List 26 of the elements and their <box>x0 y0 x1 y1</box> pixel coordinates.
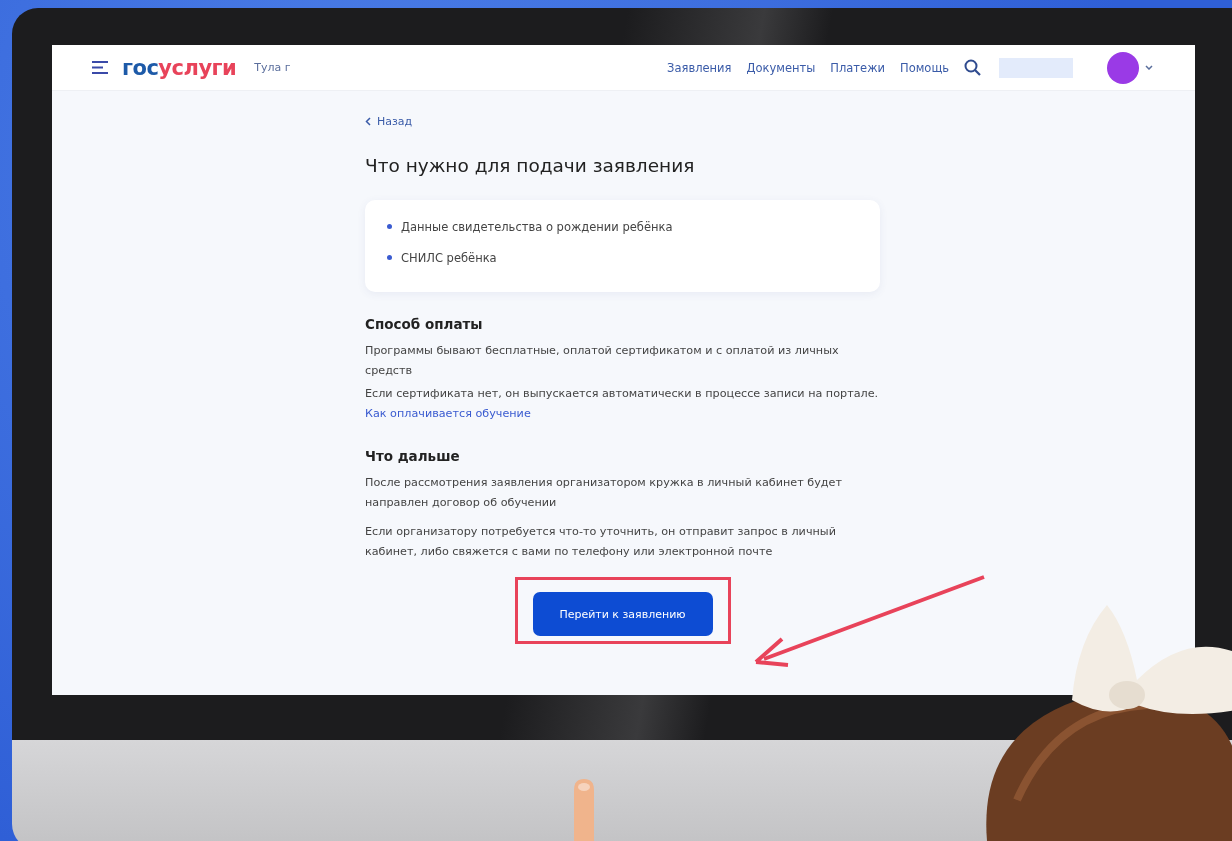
chevron-down-icon[interactable] <box>1145 65 1153 70</box>
paragraph: Программы бывают бесплатные, оплатой сертификатом и с оплатой из личных средств <box>365 343 840 379</box>
nav-link[interactable]: Помощь <box>900 60 949 75</box>
section-heading: Что дальше <box>365 448 461 464</box>
requirement-text: СНИЛС ребёнка <box>401 250 497 265</box>
bullet-icon <box>387 224 392 229</box>
page-title: Что нужно для подачи заявления <box>365 155 696 176</box>
logo-text[interactable]: гос <box>122 55 159 80</box>
bullet-icon <box>387 255 392 260</box>
proceed-button[interactable]: Перейти к заявлению <box>532 592 713 636</box>
search-icon[interactable] <box>964 59 981 76</box>
paragraph: Если сертификата нет, он выпускается автоматически в процессе записи на портале. Как оплачивается обучение <box>365 386 880 422</box>
menu-icon[interactable] <box>92 61 108 74</box>
nav-link[interactable]: Документы <box>746 60 816 75</box>
section-heading: Способ оплаты <box>365 316 484 332</box>
city-selector[interactable]: Тула г <box>254 61 291 74</box>
requirement-text: Данные свидетельства о рождении ребёнка <box>401 219 673 234</box>
nav-link[interactable]: Заявления <box>667 60 732 75</box>
paragraph: Если организатору потребуется что-то уточнить, он отправит запрос в личный кабинет, либо свяжется с вами по телефону или электронной почте <box>365 524 837 560</box>
help-link[interactable]: Как оплачивается обучение <box>365 407 531 420</box>
nav-link[interactable]: Платежи <box>830 60 885 75</box>
logo-text[interactable]: услуги <box>158 55 237 80</box>
paragraph: После рассмотрения заявления организатором кружка в личный кабинет будет направлен договор об обучении <box>365 475 843 511</box>
avatar[interactable] <box>1107 51 1139 84</box>
chevron-left-icon <box>365 117 371 126</box>
back-link[interactable]: Назад <box>365 115 413 128</box>
